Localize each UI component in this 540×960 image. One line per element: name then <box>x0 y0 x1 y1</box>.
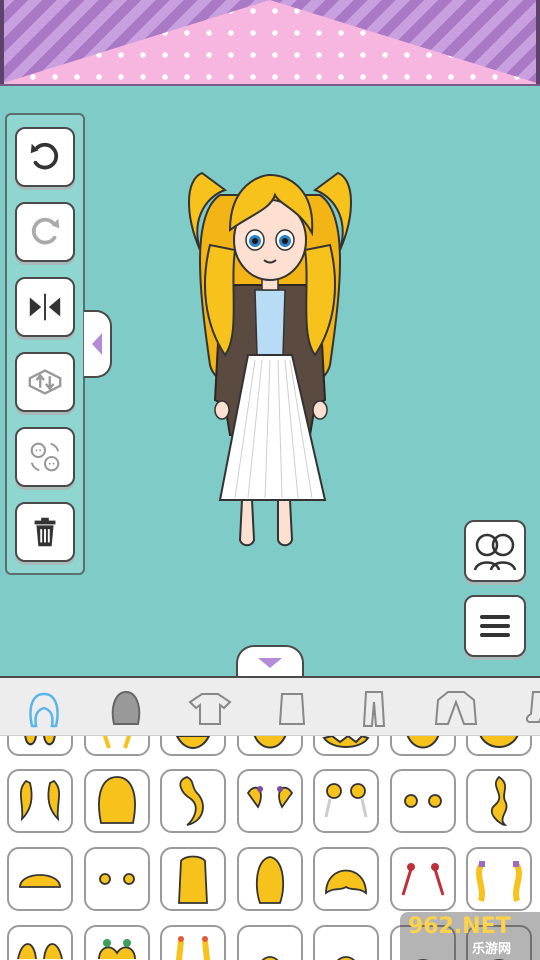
redo-icon <box>31 217 60 245</box>
redo-button[interactable] <box>15 202 75 262</box>
pants-icon <box>362 691 386 727</box>
category-skirt[interactable] <box>270 688 314 728</box>
grid-item[interactable] <box>160 769 226 833</box>
grid-item[interactable] <box>390 847 456 911</box>
jacket-icon <box>434 691 478 725</box>
grid-item[interactable] <box>7 769 73 833</box>
layer-order-button[interactable] <box>15 352 75 412</box>
grid-item[interactable] <box>84 736 150 756</box>
grid-item[interactable] <box>160 847 226 911</box>
grid-item[interactable] <box>313 769 379 833</box>
grid-item[interactable] <box>466 769 532 833</box>
grid-item[interactable] <box>313 925 379 960</box>
character-avatar[interactable] <box>180 155 360 555</box>
category-hair-front[interactable] <box>22 688 66 728</box>
category-bar <box>0 676 540 736</box>
tool-panel <box>5 113 85 575</box>
grid-item[interactable] <box>313 736 379 756</box>
skirt-icon <box>278 693 306 725</box>
top-awning <box>0 0 540 86</box>
grid-item[interactable] <box>237 925 303 960</box>
category-socks[interactable] <box>512 688 540 728</box>
grid-item[interactable] <box>84 847 150 911</box>
category-shirt[interactable] <box>188 688 232 728</box>
grid-item[interactable] <box>7 925 73 960</box>
grid-item[interactable] <box>160 736 226 756</box>
grid-item[interactable] <box>237 769 303 833</box>
swap-character-icon <box>30 442 60 472</box>
menu-button[interactable] <box>464 595 526 657</box>
grid-item[interactable] <box>390 736 456 756</box>
socks-icon <box>525 691 540 723</box>
category-jacket[interactable] <box>434 688 478 728</box>
trash-icon <box>34 517 56 547</box>
menu-icon <box>480 615 510 637</box>
category-pants[interactable] <box>352 688 396 728</box>
hair-back-icon <box>111 690 141 725</box>
chevron-left-icon <box>92 333 102 355</box>
undo-button[interactable] <box>15 127 75 187</box>
grid-item[interactable] <box>466 736 532 756</box>
collapse-panel-handle[interactable] <box>236 645 304 677</box>
flip-button[interactable] <box>15 277 75 337</box>
layer-order-icon <box>28 369 62 395</box>
grid-item[interactable] <box>7 847 73 911</box>
watermark-main: 962.NET <box>408 914 511 939</box>
shirt-icon <box>188 693 232 725</box>
grid-item[interactable] <box>390 769 456 833</box>
watermark: 962.NET 乐游网 <box>400 912 540 960</box>
grid-item[interactable] <box>84 925 150 960</box>
grid-item[interactable] <box>237 847 303 911</box>
watermark-sub: 乐游网 <box>472 942 512 957</box>
item-grid: 962.NET 乐游网 <box>0 736 540 960</box>
grid-item[interactable] <box>313 847 379 911</box>
hair-front-icon <box>29 692 59 728</box>
category-hair-back[interactable] <box>104 688 148 728</box>
flip-icon <box>29 293 61 321</box>
grid-item[interactable] <box>84 769 150 833</box>
panel-toggle-handle[interactable] <box>84 310 112 378</box>
delete-button[interactable] <box>15 502 75 562</box>
characters-button[interactable] <box>464 520 526 582</box>
swap-character-button[interactable] <box>15 427 75 487</box>
grid-item[interactable] <box>237 736 303 756</box>
grid-item[interactable] <box>466 847 532 911</box>
grid-item[interactable] <box>7 736 73 756</box>
characters-icon <box>473 533 517 571</box>
grid-item[interactable] <box>160 925 226 960</box>
undo-icon <box>30 142 59 170</box>
chevron-down-icon <box>258 658 282 668</box>
